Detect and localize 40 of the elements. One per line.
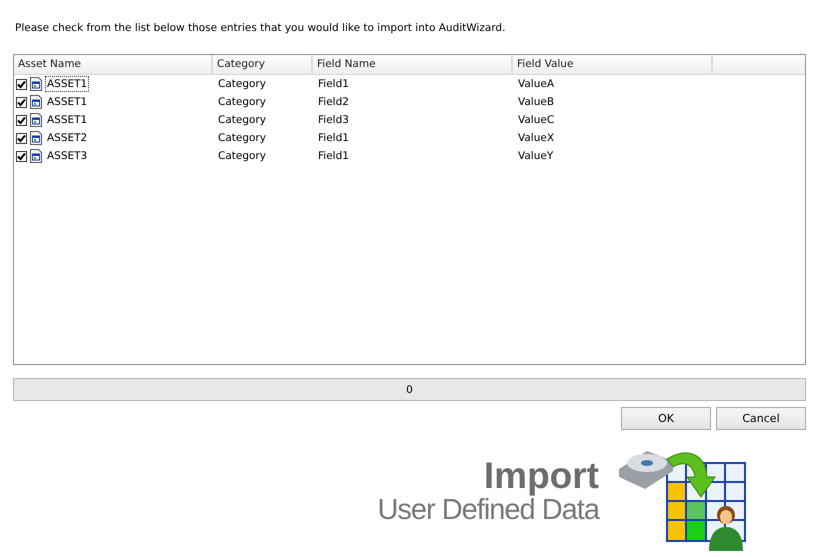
document-icon [30, 113, 42, 127]
checkbox[interactable] [16, 114, 27, 126]
checkbox[interactable] [16, 96, 27, 108]
column-header[interactable]: Asset Name [14, 55, 213, 74]
table-cell[interactable]: ASSET1 [45, 76, 90, 92]
table-cell-text: Category [217, 77, 267, 92]
checkbox[interactable] [16, 132, 27, 144]
instruction-text: Please check from the list below those entries that you would like to import into AuditWizard. [14, 21, 506, 36]
banner-subtitle: User Defined Data [377, 494, 599, 526]
table-cell-text: Field2 [317, 95, 350, 110]
column-header[interactable]: Field Name [313, 55, 513, 74]
table-cell[interactable]: ASSET1 [45, 94, 90, 110]
document-icon [30, 131, 42, 145]
cancel-button[interactable]: Cancel [716, 407, 806, 430]
document-icon [30, 95, 42, 109]
table-cell-text: ValueY [517, 149, 554, 164]
table-cell-text: ValueB [517, 95, 556, 110]
table-cell-text: Category [217, 149, 267, 164]
document-icon [30, 77, 42, 91]
table-cell-text: Field3 [317, 113, 350, 128]
table-cell-text: ValueC [517, 113, 556, 128]
checkbox[interactable] [16, 78, 27, 90]
table-cell[interactable]: ASSET3 [45, 148, 90, 164]
table-cell-text: Category [217, 113, 267, 128]
status-count: 0 [406, 384, 413, 396]
document-icon [30, 149, 42, 163]
column-header[interactable]: Field Value [513, 55, 713, 74]
table-cell-text: ValueA [517, 77, 556, 92]
table-cell[interactable]: ASSET1 [45, 112, 90, 128]
table-cell-text: Field1 [317, 77, 350, 92]
table-cell[interactable]: ASSET2 [45, 130, 90, 146]
table-cell-text: Field1 [317, 131, 350, 146]
checkbox[interactable] [16, 150, 27, 162]
column-header[interactable]: Category [213, 55, 313, 74]
table-cell-text: Category [217, 95, 267, 110]
table-cell-text: Category [217, 131, 267, 146]
table-cell-text: ValueX [517, 131, 556, 146]
banner-title: Import [482, 458, 599, 494]
ok-button[interactable]: OK [621, 407, 711, 430]
table-cell-text: Field1 [317, 149, 350, 164]
